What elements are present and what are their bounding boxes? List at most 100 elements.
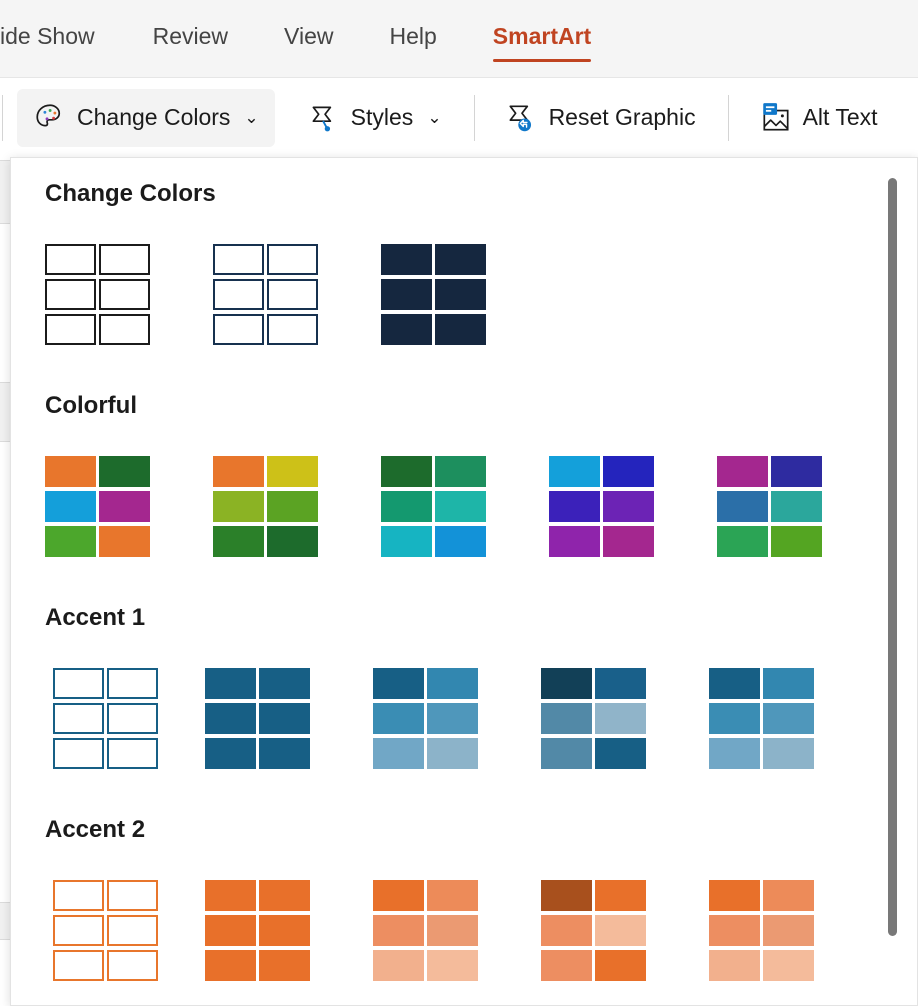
swatch-cell <box>381 455 432 487</box>
tab-label: SmartArt <box>492 23 592 49</box>
section-title: Change Colors <box>45 180 216 207</box>
swatch-cell <box>267 278 318 310</box>
reset-graphic-icon <box>509 104 531 131</box>
swatch-cell <box>435 525 486 557</box>
swatch-cell <box>107 667 158 699</box>
swatch-cell <box>427 949 478 981</box>
swatch-cell <box>595 667 646 699</box>
section-primary-theme-colors: Change Colors <box>11 180 549 354</box>
swatch-cell <box>267 243 318 275</box>
swatch-cell <box>603 455 654 487</box>
swatch-cell <box>541 702 592 734</box>
swatch-cell <box>709 914 760 946</box>
alt-text-button[interactable]: Alt Text <box>743 89 894 147</box>
swatch-colorful-range-accent-2-3[interactable] <box>213 446 381 566</box>
swatch-cell <box>205 737 256 769</box>
tab-help[interactable]: Help <box>389 8 436 70</box>
section-accent-2: Accent 2 <box>11 816 877 990</box>
swatch-cell <box>541 667 592 699</box>
swatch-cell <box>107 702 158 734</box>
swatch-cell <box>205 949 256 981</box>
swatch-cell <box>435 243 486 275</box>
swatch-cell <box>595 879 646 911</box>
swatch-cell <box>205 702 256 734</box>
swatch-cell <box>373 737 424 769</box>
swatch-cell <box>107 914 158 946</box>
tab-review[interactable]: Review <box>153 8 228 70</box>
swatch-cell <box>213 490 264 522</box>
swatch-accent2-outline[interactable] <box>45 870 213 990</box>
swatch-cell <box>107 879 158 911</box>
swatch-colorful-range-accent-5-6[interactable] <box>717 446 885 566</box>
swatch-cell <box>709 949 760 981</box>
swatch-cell <box>381 490 432 522</box>
gallery-scrollbar-track[interactable] <box>885 168 899 996</box>
swatch-dark1-outline[interactable] <box>45 234 213 354</box>
styles-button[interactable]: Styles ⌄ <box>291 89 458 147</box>
swatch-cell <box>45 243 96 275</box>
swatch-cell <box>549 455 600 487</box>
toolbar-divider-1 <box>473 94 475 141</box>
swatch-cell <box>259 702 310 734</box>
swatch-cell <box>205 914 256 946</box>
swatch-cell <box>595 914 646 946</box>
swatch-cell <box>213 313 264 345</box>
swatch-cell <box>373 914 424 946</box>
swatch-accent2-transparent-gradient[interactable] <box>709 870 877 990</box>
swatch-accent2-colored-fill[interactable] <box>205 870 373 990</box>
swatch-cell <box>99 243 150 275</box>
swatch-accent1-transparent-gradient[interactable] <box>709 658 877 778</box>
swatch-cell <box>267 490 318 522</box>
swatch-cell <box>435 313 486 345</box>
swatch-colorful-accent-colors[interactable] <box>45 446 213 566</box>
swatch-cell <box>45 455 96 487</box>
swatch-cell <box>45 313 96 345</box>
reset-graphic-button[interactable]: Reset Graphic <box>489 89 712 147</box>
gallery-scroll-content: Change Colors Colorful Accent 1 Accent 2 <box>11 158 917 1005</box>
tab-smartart[interactable]: SmartArt <box>492 8 592 70</box>
section-accent-1: Accent 1 <box>11 604 877 778</box>
swatch-cell <box>603 525 654 557</box>
swatch-accent1-colored-fill[interactable] <box>205 658 373 778</box>
powerpoint-smartart-change-colors-screen: ide Show Review View Help SmartArt Chang… <box>0 0 918 1006</box>
gallery-scrollbar-thumb[interactable] <box>888 178 897 936</box>
change-colors-button[interactable]: Change Colors ⌄ <box>17 88 275 147</box>
swatch-cell <box>549 525 600 557</box>
swatch-accent2-gradient-range[interactable] <box>373 870 541 990</box>
tab-slide-show[interactable]: ide Show <box>0 8 95 70</box>
swatch-cell <box>99 525 150 557</box>
swatch-cell <box>53 914 104 946</box>
swatch-cell <box>717 490 768 522</box>
swatch-cell <box>99 278 150 310</box>
swatch-colorful-range-accent-4-5[interactable] <box>549 446 717 566</box>
swatch-cell <box>53 702 104 734</box>
swatch-cell <box>595 702 646 734</box>
swatch-cell <box>107 949 158 981</box>
swatch-accent1-gradient-range[interactable] <box>373 658 541 778</box>
swatch-accent1-outline[interactable] <box>45 658 213 778</box>
tab-label: Review <box>152 23 229 49</box>
alt-text-icon <box>762 102 789 131</box>
swatch-cell <box>99 490 150 522</box>
tab-label: Help <box>389 23 437 49</box>
swatch-accent2-gradient-loop[interactable] <box>541 870 709 990</box>
swatch-cell <box>259 667 310 699</box>
swatch-cell <box>763 667 814 699</box>
swatch-accent1-gradient-loop[interactable] <box>541 658 709 778</box>
swatch-cell <box>427 879 478 911</box>
swatch-cell <box>541 949 592 981</box>
swatch-cell <box>259 879 310 911</box>
swatch-cell <box>717 455 768 487</box>
swatch-cell <box>709 667 760 699</box>
swatch-colorful-range-accent-3-4[interactable] <box>381 446 549 566</box>
swatch-dark2-fill[interactable] <box>381 234 549 354</box>
swatch-cell <box>381 278 432 310</box>
swatch-dark2-outline[interactable] <box>213 234 381 354</box>
swatch-cell <box>603 490 654 522</box>
swatch-cell <box>213 455 264 487</box>
swatch-cell <box>373 667 424 699</box>
tab-view[interactable]: View <box>284 8 333 70</box>
smartart-styles-icon <box>312 106 331 131</box>
section-colorful: Colorful <box>11 392 885 566</box>
swatch-cell <box>205 879 256 911</box>
